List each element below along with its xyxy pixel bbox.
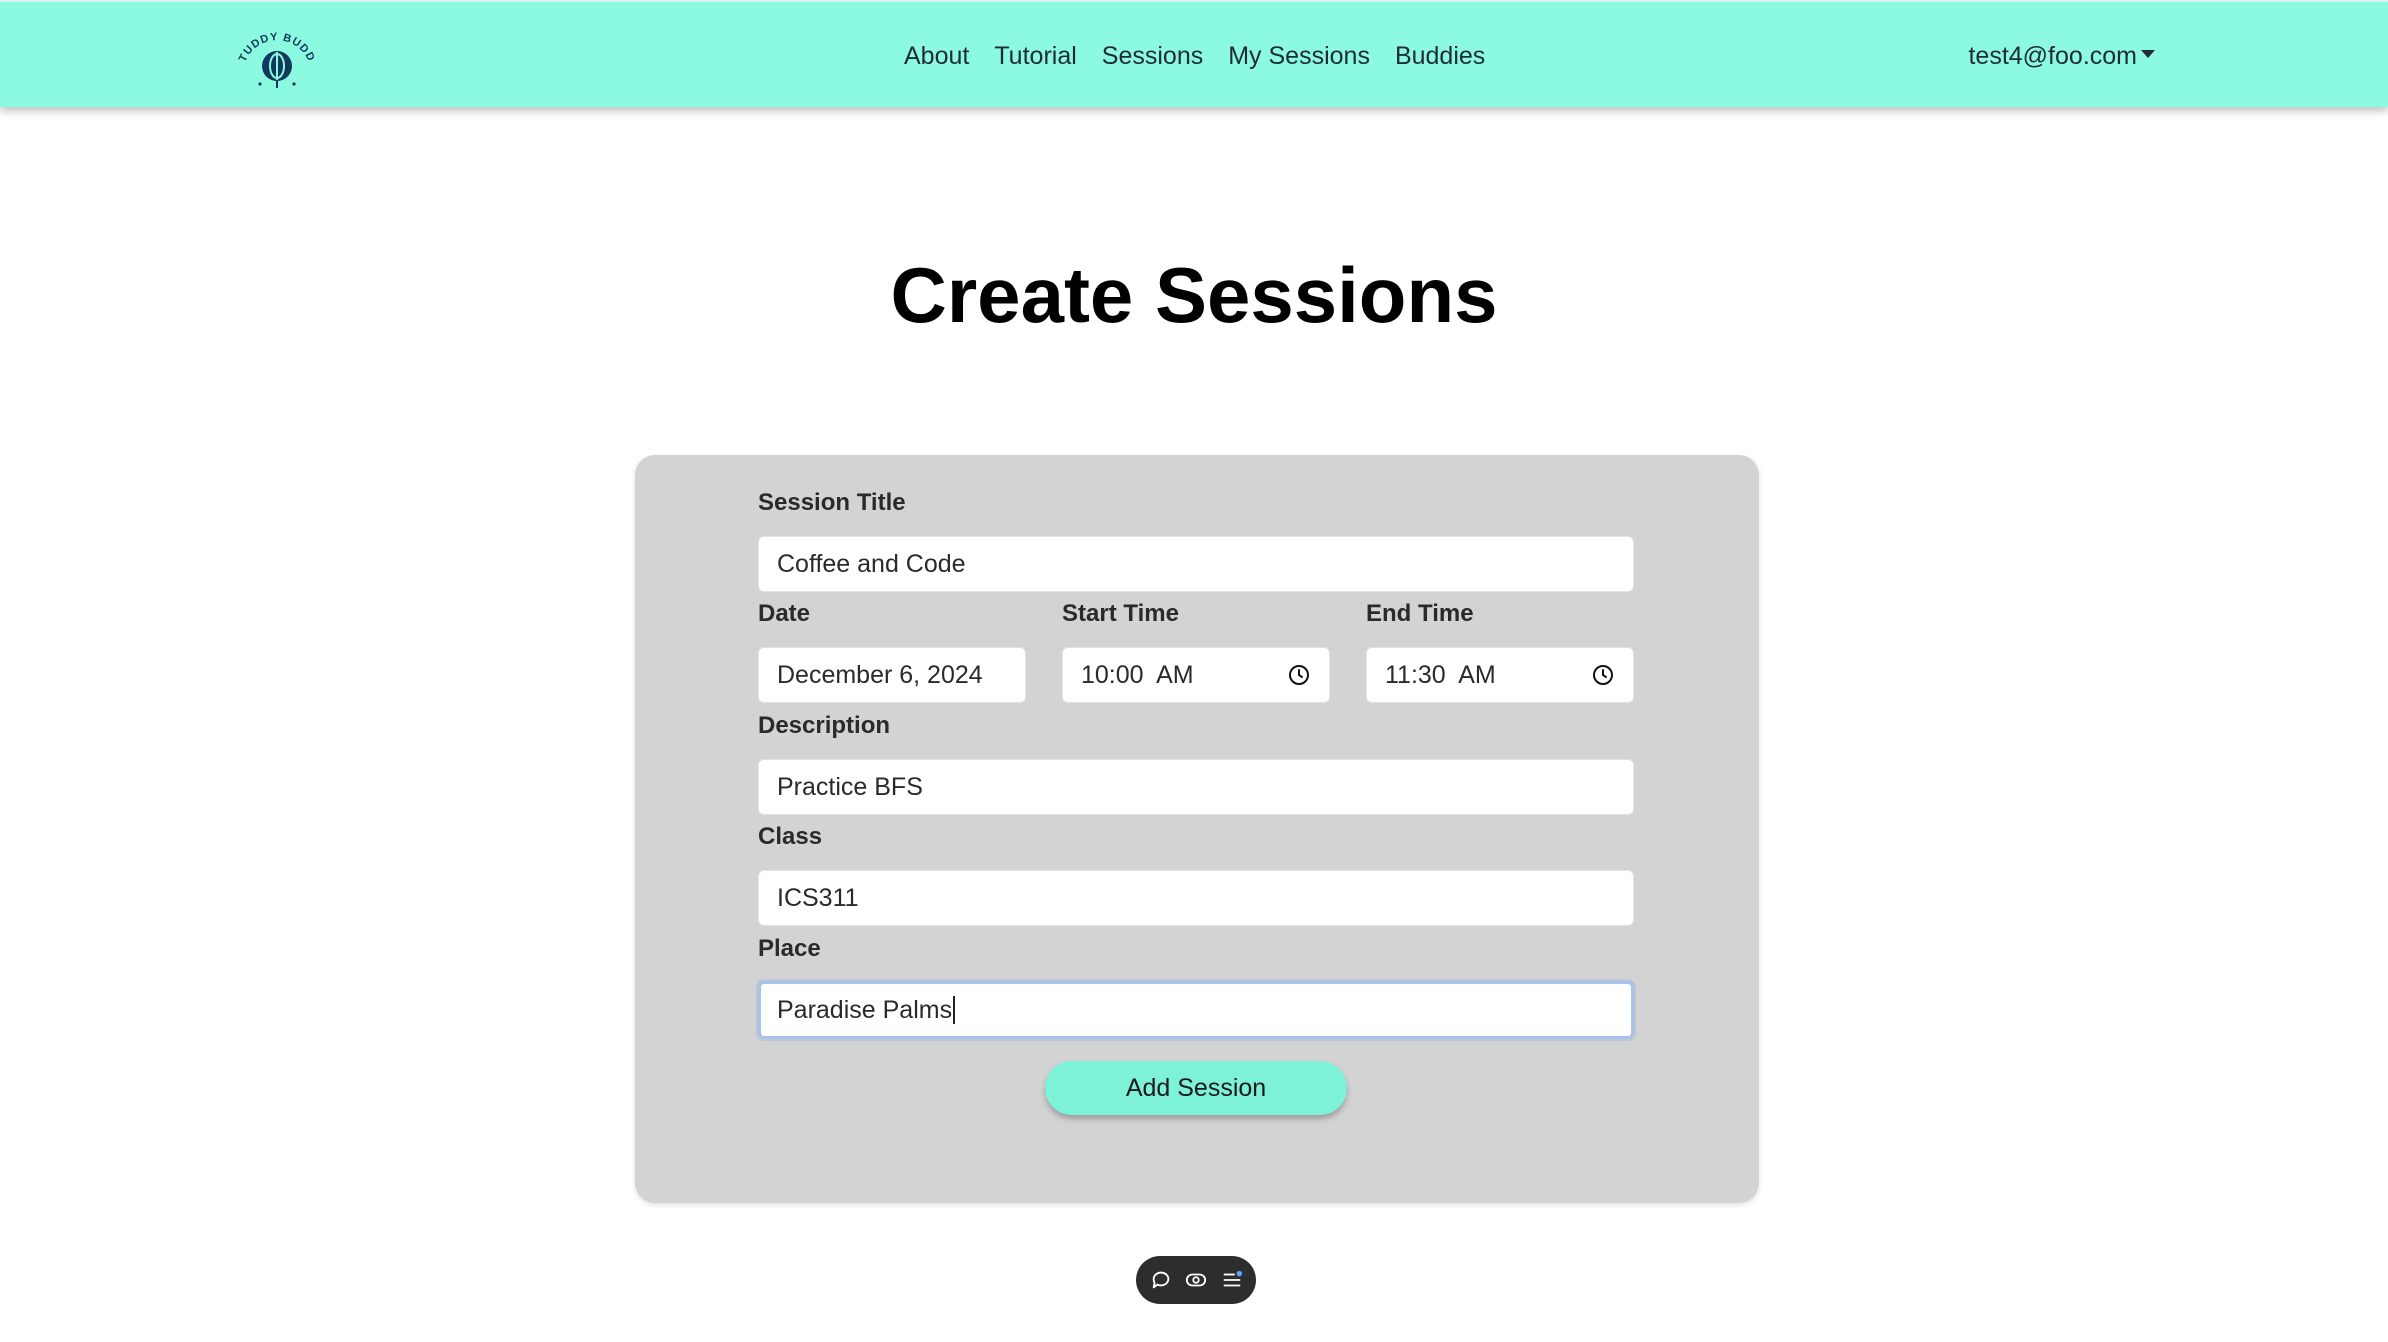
place-label: Place (758, 935, 821, 962)
class-input[interactable]: ICS311 (758, 870, 1634, 926)
end-time-value: 11:30 AM (1385, 660, 1496, 689)
clock-icon[interactable] (1287, 663, 1311, 687)
date-value: December 6, 2024 (777, 660, 983, 689)
user-dropdown[interactable]: test4@foo.com (1968, 36, 2155, 76)
session-title-value: Coffee and Code (777, 549, 966, 578)
start-time-label: Start Time (1062, 600, 1179, 627)
session-title-label: Session Title (758, 489, 906, 516)
caret-down-icon (2141, 50, 2155, 58)
place-value: Paradise Palms (777, 995, 953, 1024)
description-label: Description (758, 712, 891, 739)
page-title: Create Sessions (890, 251, 1498, 339)
comment-icon[interactable] (1150, 1269, 1172, 1291)
eye-icon[interactable] (1185, 1269, 1207, 1291)
top-navbar: STUDDY BUDDY About Tutorial Sessions My … (0, 0, 2388, 107)
nav-link-tutorial[interactable]: Tutorial (994, 36, 1076, 76)
start-time-input[interactable]: 10:00 AM (1062, 647, 1330, 703)
studdy-buddy-logo[interactable]: STUDDY BUDDY (228, 7, 322, 96)
clock-icon[interactable] (1591, 663, 1615, 687)
start-time-value: 10:00 AM (1081, 660, 1194, 689)
menu-list-icon[interactable] (1221, 1269, 1243, 1291)
date-input[interactable]: December 6, 2024 (758, 647, 1026, 703)
end-time-input[interactable]: 11:30 AM (1366, 647, 1634, 703)
nav-link-sessions[interactable]: Sessions (1102, 36, 1203, 76)
text-cursor (953, 996, 956, 1024)
place-input[interactable]: Paradise Palms (758, 981, 1634, 1039)
description-input[interactable]: Practice BFS (758, 759, 1634, 815)
user-email: test4@foo.com (1968, 42, 2137, 70)
description-value: Practice BFS (777, 772, 923, 801)
date-label: Date (758, 600, 811, 627)
class-label: Class (758, 823, 823, 850)
floating-toolbar (1136, 1256, 1256, 1304)
nav-link-about[interactable]: About (904, 36, 969, 76)
add-session-button[interactable]: Add Session (1045, 1061, 1347, 1115)
nav-links: About Tutorial Sessions My Sessions Budd… (904, 36, 1510, 76)
class-value: ICS311 (777, 883, 859, 912)
session-title-input[interactable]: Coffee and Code (758, 536, 1634, 592)
end-time-label: End Time (1366, 600, 1474, 627)
nav-link-my-sessions[interactable]: My Sessions (1228, 36, 1370, 76)
create-session-form: Session Title Coffee and Code Date Decem… (635, 455, 1759, 1203)
nav-link-buddies[interactable]: Buddies (1395, 36, 1485, 76)
